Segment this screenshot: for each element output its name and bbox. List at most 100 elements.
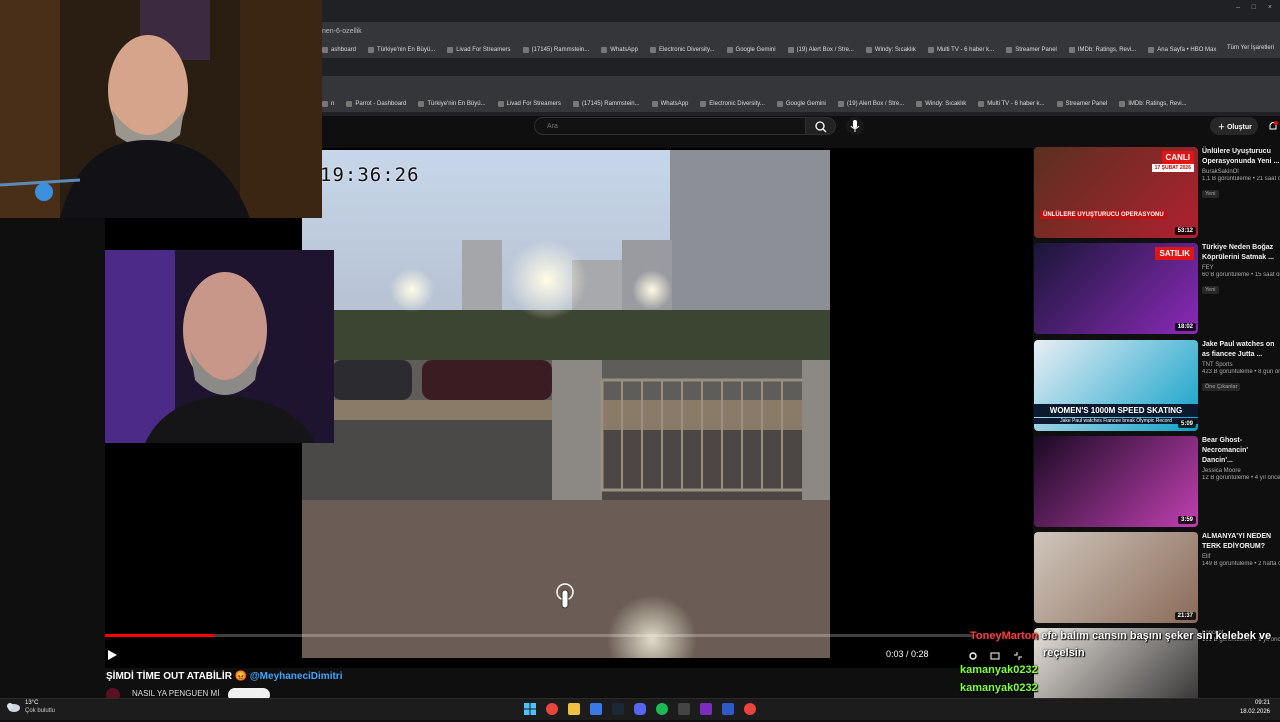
related-video-card[interactable]: SATILIK 18:02 Türkiye Neden Boğaz Köprüler… xyxy=(1033,243,1280,337)
address-bar[interactable]: nen-6-ozellik xyxy=(322,22,1280,42)
related-video-card[interactable]: 21:37 ALMANYA'YI NEDEN TERK EDİYORUM? Elif… xyxy=(1033,532,1280,626)
search-button[interactable] xyxy=(806,117,836,135)
cctv-timestamp: 19:36:26 xyxy=(320,164,420,186)
related-video-card[interactable]: WOMEN'S 1000M SPEED SKATING Jake Paul wat… xyxy=(1033,340,1280,434)
bookmark-item[interactable]: Multi TV - 6 haber k... xyxy=(978,101,1045,107)
all-bookmarks-link[interactable]: Tüm Yer İşaretleri xyxy=(1227,45,1274,51)
video-thumbnail[interactable]: WOMEN'S 1000M SPEED SKATING Jake Paul wat… xyxy=(1034,340,1198,431)
create-button[interactable]: ＋ Oluştur xyxy=(1210,117,1258,135)
voice-search-button[interactable] xyxy=(846,117,864,135)
thumbnail-subtitle: Jake Paul watches Fiancee break Olympic … xyxy=(1034,418,1198,424)
video-thumbnail[interactable]: CANLI 17 ŞUBAT 2026 ÜNLÜLERE UYUŞTURUCU OP… xyxy=(1034,147,1198,238)
bookmark-item[interactable]: IMDb: Ratings, Revi... xyxy=(1119,101,1187,107)
bookmark-item[interactable]: Streamer Panel xyxy=(1006,47,1057,53)
bookmark-item[interactable]: Türkiye'nin En Büyü... xyxy=(368,47,435,53)
video-thumbnail[interactable]: 3:59 xyxy=(1034,436,1198,527)
video-card-title[interactable]: Türkiye Neden Boğaz Köprülerini Satmak .… xyxy=(1202,243,1280,263)
app-icon[interactable] xyxy=(722,703,734,715)
favicon-icon xyxy=(978,101,985,107)
bookmarks-bar: ashboard Türkiye'nin En Büyü... Livad For … xyxy=(322,42,1280,58)
bookmark-item[interactable]: Electronic Diversity... xyxy=(649,47,715,53)
favicon-icon xyxy=(322,47,328,53)
app-icon[interactable] xyxy=(744,703,756,715)
channel-name[interactable]: TNT Sports xyxy=(1202,362,1280,368)
bookmark-item[interactable]: WhatsApp xyxy=(601,47,638,53)
left-panel xyxy=(0,218,105,688)
discord-icon[interactable] xyxy=(634,703,646,715)
mention-link[interactable]: @MeyhaneciDimitri xyxy=(250,671,343,682)
bookmark-item[interactable]: (17145) Rammstein... xyxy=(522,47,589,53)
favicon-icon xyxy=(700,101,707,107)
favicon-icon xyxy=(1006,47,1013,53)
channel-name[interactable]: NASIL YA PENGUEN Mİ xyxy=(132,689,219,698)
file-explorer-icon[interactable] xyxy=(568,703,580,715)
close-icon[interactable]: × xyxy=(1268,4,1272,11)
chat-text: reçelsin xyxy=(1043,647,1085,659)
spotify-icon[interactable] xyxy=(656,703,668,715)
address-bar[interactable] xyxy=(322,76,1280,96)
channel-name[interactable]: Elif xyxy=(1202,554,1280,560)
bookmark-label: n xyxy=(331,101,335,107)
app-icon[interactable] xyxy=(678,703,690,715)
favicon-icon xyxy=(1119,101,1126,107)
related-video-card[interactable]: CANLI 17 ŞUBAT 2026 ÜNLÜLERE UYUŞTURUCU OP… xyxy=(1033,147,1280,241)
bookmark-item[interactable]: ashboard xyxy=(322,47,356,53)
favicon-icon xyxy=(1068,47,1075,53)
bookmark-item[interactable]: Google Gemini xyxy=(776,101,826,107)
search-input[interactable]: Ara xyxy=(534,117,806,135)
chat-message: reçelsin xyxy=(1040,647,1085,659)
video-card-title[interactable]: Bear Ghost-Necromancin' Dancin'... xyxy=(1202,436,1280,466)
weather-icon[interactable] xyxy=(6,700,20,712)
plus-icon: ＋ xyxy=(1218,124,1227,131)
steam-icon[interactable] xyxy=(612,703,624,715)
bookmark-item[interactable]: IMDb: Ratings, Revi... xyxy=(1068,47,1136,53)
bookmark-item[interactable]: Livad For Streamers xyxy=(497,101,561,107)
exit-fullscreen-icon[interactable] xyxy=(1013,648,1023,660)
bookmark-item[interactable]: Multi TV - 6 haber k... xyxy=(927,47,994,53)
view-count: 12 B görüntüleme • 4 yıl önce xyxy=(1202,475,1280,481)
channel-name[interactable]: BurakSakinOl xyxy=(1202,169,1280,175)
bookmark-item[interactable]: Türkiye'nin En Büyü... xyxy=(418,101,486,107)
video-thumbnail[interactable]: SATILIK 18:02 xyxy=(1034,243,1198,334)
bookmark-item[interactable]: Windy: Sıcaklık xyxy=(865,47,916,53)
bookmark-item[interactable]: Ana Sayfa • HBO Max xyxy=(1148,47,1216,53)
bookmark-label: Electronic Diversity... xyxy=(658,47,715,53)
bookmark-item[interactable]: WhatsApp xyxy=(651,101,688,107)
video-thumbnail[interactable]: 21:37 xyxy=(1034,532,1198,623)
bookmark-label: Multi TV - 6 haber k... xyxy=(987,101,1045,107)
miniplayer-icon[interactable] xyxy=(990,648,1000,660)
bookmark-item[interactable]: (19) Alert Box / Stre... xyxy=(787,47,854,53)
app-icon[interactable] xyxy=(590,703,602,715)
bookmark-item[interactable]: Windy: Sıcaklık xyxy=(916,101,966,107)
progress-bar[interactable] xyxy=(105,634,1033,637)
windows-start-icon[interactable] xyxy=(524,702,536,715)
bookmark-item[interactable]: n xyxy=(322,101,334,107)
bookmark-item[interactable]: Streamer Panel xyxy=(1056,101,1107,107)
settings-icon[interactable] xyxy=(968,648,978,660)
video-meta: ALMANYA'YI NEDEN TERK EDİYORUM? Elif 149 B… xyxy=(1202,532,1280,567)
notifications-icon[interactable] xyxy=(1268,119,1278,131)
bookmark-item[interactable]: Google Gemini xyxy=(726,47,776,53)
minimize-icon[interactable]: – xyxy=(1236,4,1240,11)
duration-badge: 5:09 xyxy=(1177,420,1196,428)
video-card-title[interactable]: ALMANYA'YI NEDEN TERK EDİYORUM? xyxy=(1202,532,1280,552)
bookmark-label: Livad For Streamers xyxy=(456,47,511,53)
video-card-title[interactable]: Jake Paul watches on as fiancee Jutta ..… xyxy=(1202,340,1280,360)
bookmark-item[interactable]: Livad For Streamers xyxy=(447,47,511,53)
bookmarks-bar: n Parrot - Dashboard Türkiye'nin En Büyü..… xyxy=(322,96,1280,112)
bookmark-item[interactable]: (17145) Rammstein... xyxy=(572,101,640,107)
channel-name[interactable]: Jessica Moore xyxy=(1202,468,1280,474)
channel-name[interactable]: FEY xyxy=(1202,265,1280,271)
favicon-icon xyxy=(726,47,733,53)
view-count: 1,1 B görüntüleme • 21 saat önce xyxy=(1202,176,1280,182)
video-card-title[interactable]: Ünlülere Uyuşturucu Operasyonunda Yeni .… xyxy=(1202,147,1280,167)
bookmark-item[interactable]: Electronic Diversity... xyxy=(700,101,765,107)
maximize-icon[interactable]: □ xyxy=(1252,4,1256,11)
app-icon[interactable] xyxy=(700,703,712,715)
related-video-card[interactable]: 3:59 Bear Ghost-Necromancin' Dancin'... Je… xyxy=(1033,436,1280,530)
bookmark-item[interactable]: (19) Alert Box / Stre... xyxy=(837,101,904,107)
play-button[interactable] xyxy=(106,648,118,660)
chrome-icon[interactable] xyxy=(546,703,558,715)
video-meta: Bear Ghost-Necromancin' Dancin'... Jessic… xyxy=(1202,436,1280,481)
bookmark-item[interactable]: Parrot - Dashboard xyxy=(346,101,406,107)
